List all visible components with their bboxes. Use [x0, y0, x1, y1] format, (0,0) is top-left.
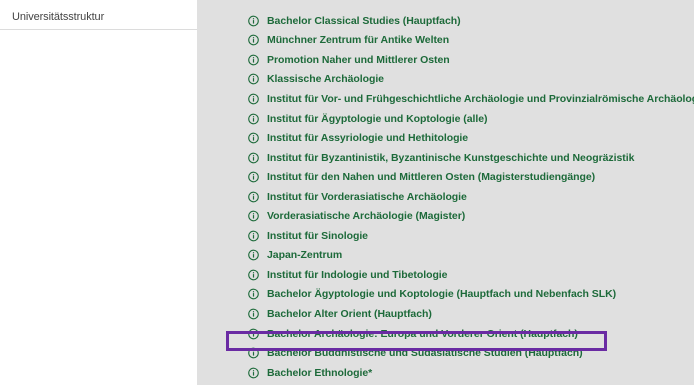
list-item[interactable]: Institut für Assyriologie und Hethitolog… — [197, 128, 694, 148]
list-item-label[interactable]: Institut für Byzantinistik, Byzantinisch… — [267, 152, 634, 164]
list-item[interactable]: Institut für den Nahen und Mittleren Ost… — [197, 167, 694, 187]
info-circle-icon[interactable] — [248, 171, 259, 183]
info-circle-icon[interactable] — [248, 93, 259, 105]
highlight-box — [226, 331, 607, 351]
info-circle-icon[interactable] — [248, 34, 259, 46]
list-item-label[interactable]: Bachelor Classical Studies (Hauptfach) — [267, 15, 461, 27]
list-item[interactable]: Klassische Archäologie — [197, 70, 694, 90]
list-item[interactable]: Institut für Sinologie — [197, 226, 694, 246]
list-item[interactable]: Institut für Vorderasiatische Archäologi… — [197, 187, 694, 207]
sidebar: Universitätsstruktur — [0, 0, 197, 385]
list-item[interactable]: Japan-Zentrum — [197, 246, 694, 266]
info-circle-icon[interactable] — [248, 74, 259, 85]
list-item[interactable]: Institut für Ägyptologie und Koptologie … — [197, 109, 694, 129]
list-item-label[interactable]: Institut für den Nahen und Mittleren Ost… — [267, 171, 595, 183]
list-item[interactable]: Vorderasiatische Archäologie (Magister) — [197, 206, 694, 226]
list-item[interactable]: Bachelor Alter Orient (Hauptfach) — [197, 304, 694, 324]
list-item-label[interactable]: Bachelor Ethnologie* — [267, 367, 372, 379]
list-item-label[interactable]: Klassische Archäologie — [267, 73, 384, 85]
list-item[interactable]: Münchner Zentrum für Antike Welten — [197, 31, 694, 51]
list-item-label[interactable]: Vorderasiatische Archäologie (Magister) — [267, 210, 465, 222]
info-circle-icon[interactable] — [248, 132, 259, 144]
list-item-label[interactable]: Institut für Ägyptologie und Koptologie … — [267, 113, 488, 125]
info-circle-icon[interactable] — [248, 230, 259, 242]
list-item-label[interactable]: Institut für Indologie und Tibetologie — [267, 269, 448, 281]
list-item-label[interactable]: Bachelor Alter Orient (Hauptfach) — [267, 308, 432, 320]
list-item-label[interactable]: Institut für Sinologie — [267, 230, 368, 242]
list-item[interactable]: Institut für Indologie und Tibetologie — [197, 265, 694, 285]
list-item-label[interactable]: Institut für Vorderasiatische Archäologi… — [267, 191, 467, 203]
info-circle-icon[interactable] — [248, 113, 259, 124]
list-item[interactable]: Bachelor Classical Studies (Hauptfach) — [197, 11, 694, 31]
info-circle-icon[interactable] — [248, 15, 259, 27]
list-item-label[interactable]: Münchner Zentrum für Antike Welten — [267, 34, 449, 46]
info-circle-icon[interactable] — [248, 308, 259, 320]
list-item-label[interactable]: Institut für Vor- und Frühgeschichtliche… — [267, 93, 694, 105]
list-item-label[interactable]: Promotion Naher und Mittlerer Osten — [267, 54, 450, 66]
list-item[interactable]: Bachelor Ägyptologie und Koptologie (Hau… — [197, 285, 694, 305]
content-panel: Bachelor Classical Studies (Hauptfach) Mü… — [197, 0, 694, 385]
info-circle-icon[interactable] — [248, 269, 259, 281]
info-circle-icon[interactable] — [248, 54, 259, 66]
sidebar-header: Universitätsstruktur — [0, 0, 197, 30]
list-item[interactable]: Promotion Naher und Mittlerer Osten — [197, 50, 694, 70]
list-item-label[interactable]: Japan-Zentrum — [267, 249, 342, 261]
list-item[interactable]: Bachelor Ethnologie* — [197, 363, 694, 383]
list-item[interactable]: Institut für Byzantinistik, Byzantinisch… — [197, 148, 694, 168]
info-circle-icon[interactable] — [248, 367, 259, 378]
list-item[interactable]: Institut für Vor- und Frühgeschichtliche… — [197, 89, 694, 109]
info-circle-icon[interactable] — [248, 250, 259, 261]
list-item-label[interactable]: Bachelor Ägyptologie und Koptologie (Hau… — [267, 288, 616, 300]
info-circle-icon[interactable] — [248, 152, 259, 163]
sidebar-title: Universitätsstruktur — [12, 11, 105, 23]
info-circle-icon[interactable] — [248, 289, 259, 300]
info-circle-icon[interactable] — [248, 210, 259, 222]
list-item-label[interactable]: Institut für Assyriologie und Hethitolog… — [267, 132, 468, 144]
info-circle-icon[interactable] — [248, 191, 259, 203]
org-unit-list: Bachelor Classical Studies (Hauptfach) Mü… — [197, 11, 694, 382]
